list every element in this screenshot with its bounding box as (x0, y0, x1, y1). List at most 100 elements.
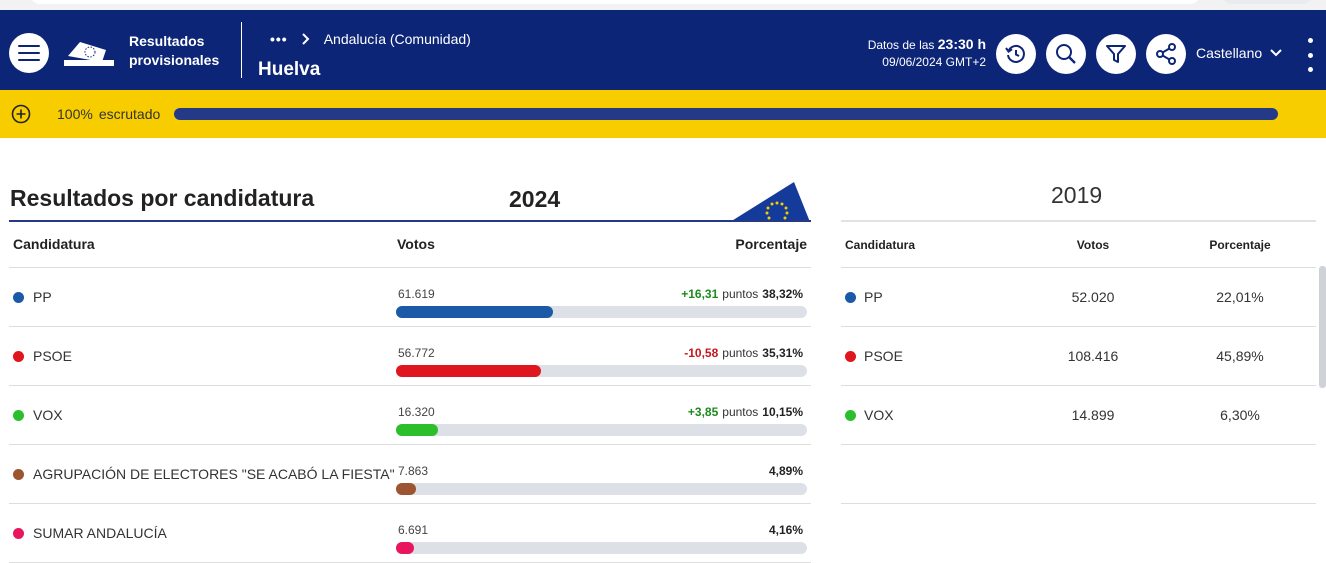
votes-value-2019: 14.899 (1071, 407, 1115, 423)
party-cell[interactable]: VOX (13, 407, 63, 423)
app-title-line1: Resultados (129, 33, 205, 49)
row-divider (9, 326, 811, 327)
chevron-down-icon (1270, 49, 1282, 57)
party-color-dot (845, 350, 856, 362)
vote-share-fill (396, 542, 415, 554)
search-icon (1056, 44, 1076, 64)
timestamp-prefix: Datos de las (867, 38, 935, 52)
vote-share-bar (396, 424, 807, 436)
party-cell[interactable]: SUMAR ANDALUCÍA (13, 525, 167, 541)
party-cell-2019[interactable]: PP (845, 289, 883, 305)
scrutiny-word: escrutado (98, 106, 161, 122)
party-cell[interactable]: PP (13, 289, 52, 305)
col-candidatura-2019[interactable]: Candidatura (845, 238, 915, 252)
chevron-right-icon (302, 33, 310, 45)
scrollbar[interactable] (1319, 266, 1326, 388)
votes-value: 56.772 (398, 346, 435, 360)
row-divider (841, 267, 1316, 268)
percent-cell: 4,89% (769, 464, 803, 478)
expand-plus-icon[interactable] (11, 104, 31, 124)
party-color-dot (13, 291, 24, 303)
party-cell[interactable]: AGRUPACIÓN DE ELECTORES "SE ACABÓ LA FIE… (13, 466, 395, 482)
delta-points: -10,58 (684, 346, 719, 360)
app-title[interactable]: Resultados provisionales (129, 32, 219, 70)
votes-value: 16.320 (398, 405, 435, 419)
share-button[interactable] (1146, 34, 1186, 74)
filter-icon (1106, 45, 1126, 63)
menu-icon-line (18, 52, 40, 54)
col-votos-2019[interactable]: Votos (1033, 238, 1153, 252)
search-button[interactable] (1046, 34, 1086, 74)
vote-share-bar (396, 483, 807, 495)
breadcrumb: ••• Andalucía (Comunidad) (270, 31, 471, 47)
region-title: Huelva (258, 59, 321, 80)
percent-value: 35,31% (762, 346, 803, 360)
row-divider (9, 385, 811, 386)
timestamp-time: 23:30 h (937, 36, 986, 52)
col-porcentaje[interactable]: Porcentaje (735, 236, 807, 252)
more-vertical-icon[interactable] (1304, 38, 1316, 72)
app-title-line2: provisionales (129, 52, 220, 68)
party-name: VOX (864, 407, 894, 423)
ballot-box-logo (64, 42, 114, 66)
eu-flag-icon (730, 182, 810, 222)
party-color-dot (845, 291, 856, 303)
percent-value: 10,15% (762, 405, 803, 419)
year-2024-heading: 2024 (509, 186, 561, 212)
party-cell-2019[interactable]: VOX (845, 407, 894, 423)
points-word: puntos (722, 287, 759, 301)
party-name: PP (864, 289, 883, 305)
history-button[interactable] (996, 34, 1036, 74)
vote-share-fill (396, 424, 438, 436)
percent-cell: 4,16% (769, 523, 803, 537)
section-rule (9, 220, 811, 222)
percent-value: 38,32% (762, 287, 803, 301)
section-title: Resultados por candidatura (10, 185, 315, 211)
party-cell-2019[interactable]: PSOE (845, 348, 903, 364)
scrutiny-percent: 100% (57, 106, 93, 122)
scrutiny-progress (174, 108, 1278, 120)
col-porcentaje-2019[interactable]: Porcentaje (1180, 238, 1300, 252)
col-votos[interactable]: Votos (397, 236, 435, 252)
delta-points: +16,31 (681, 287, 719, 301)
party-color-dot (13, 350, 24, 362)
share-icon (1156, 43, 1176, 65)
top-strip (0, 0, 1326, 10)
votes-value-2019: 108.416 (1067, 348, 1119, 364)
percent-cell: -10,58 puntos 35,31% (684, 346, 803, 360)
party-color-dot (13, 409, 24, 421)
percent-value-2019: 6,30% (1220, 407, 1260, 423)
history-icon (1005, 44, 1025, 63)
party-name: SUMAR ANDALUCÍA (33, 525, 167, 541)
percent-value: 4,16% (768, 523, 803, 537)
language-selector[interactable]: Castellano (1196, 45, 1282, 61)
filter-button[interactable] (1096, 34, 1136, 74)
header-divider (241, 22, 242, 78)
vote-share-fill (396, 365, 542, 377)
percent-value-2019: 45,89% (1216, 348, 1264, 364)
breadcrumb-parent[interactable]: Andalucía (Comunidad) (324, 31, 471, 47)
menu-icon-line (18, 45, 40, 47)
breadcrumb-more[interactable]: ••• (270, 31, 288, 47)
timestamp-date: 09/06/2024 GMT+2 (882, 55, 986, 69)
row-divider (9, 267, 811, 268)
browser-bar-remnant (1222, 0, 1312, 4)
party-name: VOX (33, 407, 63, 423)
party-name: PP (33, 289, 52, 305)
col-candidatura[interactable]: Candidatura (13, 236, 95, 252)
scrutiny-progress-fill (174, 108, 1278, 120)
delta-points: +3,85 (687, 405, 719, 419)
vote-share-bar (396, 542, 807, 554)
votes-value: 7.863 (398, 464, 429, 478)
vote-share-fill (396, 483, 417, 495)
scrutiny-label: 100% escrutado (57, 106, 160, 122)
row-divider (841, 326, 1316, 327)
percent-cell: +16,31 puntos 38,32% (681, 287, 803, 301)
points-word: puntos (722, 346, 759, 360)
party-color-dot (13, 468, 24, 480)
party-cell[interactable]: PSOE (13, 348, 72, 364)
percent-value-2019: 22,01% (1216, 289, 1264, 305)
vote-share-bar (396, 365, 807, 377)
votes-value: 61.619 (398, 287, 435, 301)
menu-button[interactable] (9, 33, 49, 73)
